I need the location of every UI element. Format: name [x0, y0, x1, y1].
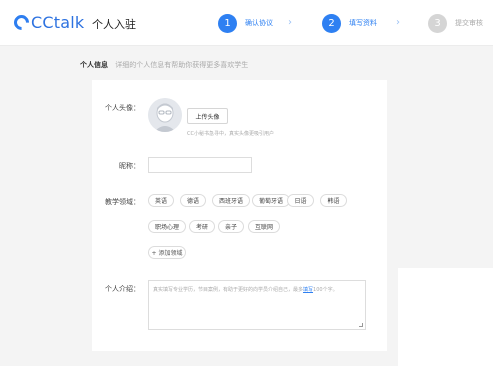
- step-label: 提交审核: [455, 19, 483, 27]
- avatar-hint: CC小秘书急寻中，真实头像更吸引用户: [187, 131, 274, 137]
- step-label: 确认协议: [245, 19, 273, 27]
- section-header: 个人信息 详细的个人信息有帮助你获得更多喜欢学生: [80, 60, 248, 70]
- domain-tag[interactable]: 亲子: [218, 220, 244, 233]
- domain-tag[interactable]: 韩语: [320, 194, 347, 207]
- step-2: 2 填写资料: [322, 12, 377, 34]
- intro-placeholder-link: 填写: [303, 287, 314, 293]
- top-bar: CCtalk 个人入驻 1 确认协议 › 2 填写资料 › 3 提交审核: [0, 0, 493, 46]
- intro-label: 个人介绍：: [105, 285, 140, 293]
- step-number: 2: [322, 13, 341, 33]
- page-title: 个人入驻: [92, 18, 136, 31]
- domain-tag[interactable]: 英语: [148, 194, 174, 207]
- cctalk-logo[interactable]: CCtalk: [10, 11, 85, 33]
- step-number: 1: [218, 13, 237, 33]
- upload-avatar-button[interactable]: 上传头像: [187, 108, 228, 124]
- domain-tag[interactable]: 考研: [189, 220, 215, 233]
- domain-tag[interactable]: 日语: [287, 194, 314, 207]
- step-number: 3: [428, 13, 447, 33]
- default-avatar-icon: [148, 98, 182, 132]
- avatar-label: 个人头像：: [105, 104, 140, 112]
- logo-text: CCtalk: [31, 12, 85, 32]
- resize-handle-icon[interactable]: [359, 323, 363, 327]
- domain-tag[interactable]: 德语: [180, 194, 206, 207]
- section-subtitle: 详细的个人信息有帮助你获得更多喜欢学生: [115, 61, 249, 69]
- nickname-input[interactable]: [148, 157, 252, 173]
- section-title: 个人信息: [80, 61, 108, 69]
- add-domain-button[interactable]: + 添加领域: [148, 246, 186, 259]
- domain-tag[interactable]: 互联网: [248, 220, 280, 233]
- nickname-label: 昵称：: [119, 162, 140, 170]
- intro-placeholder: 真实填写专业学历，节目案例，有助于更好的向学员介绍自己，最多填写100个字。: [153, 286, 338, 293]
- step-label: 填写资料: [349, 19, 377, 27]
- domain-tag[interactable]: 西班牙语: [212, 194, 250, 207]
- right-blank-area: [398, 268, 493, 366]
- domain-tag[interactable]: 职场心理: [148, 220, 186, 233]
- intro-placeholder-text: 真实填写专业学历，节目案例，有助于更好的向学员介绍自己，最多: [153, 287, 304, 293]
- intro-textarea[interactable]: 真实填写专业学历，节目案例，有助于更好的向学员介绍自己，最多填写100个字。: [148, 280, 366, 330]
- chevron-right-icon: ›: [288, 17, 292, 28]
- logo-ring-icon: [10, 11, 33, 33]
- step-1: 1 确认协议: [218, 12, 273, 34]
- step-3: 3 提交审核: [428, 12, 483, 34]
- domain-label: 教学领域：: [105, 198, 140, 206]
- intro-placeholder-end: 100个字。: [313, 287, 338, 293]
- domain-tag[interactable]: 葡萄牙语: [252, 194, 290, 207]
- chevron-right-icon: ›: [396, 17, 400, 28]
- avatar[interactable]: [148, 98, 182, 132]
